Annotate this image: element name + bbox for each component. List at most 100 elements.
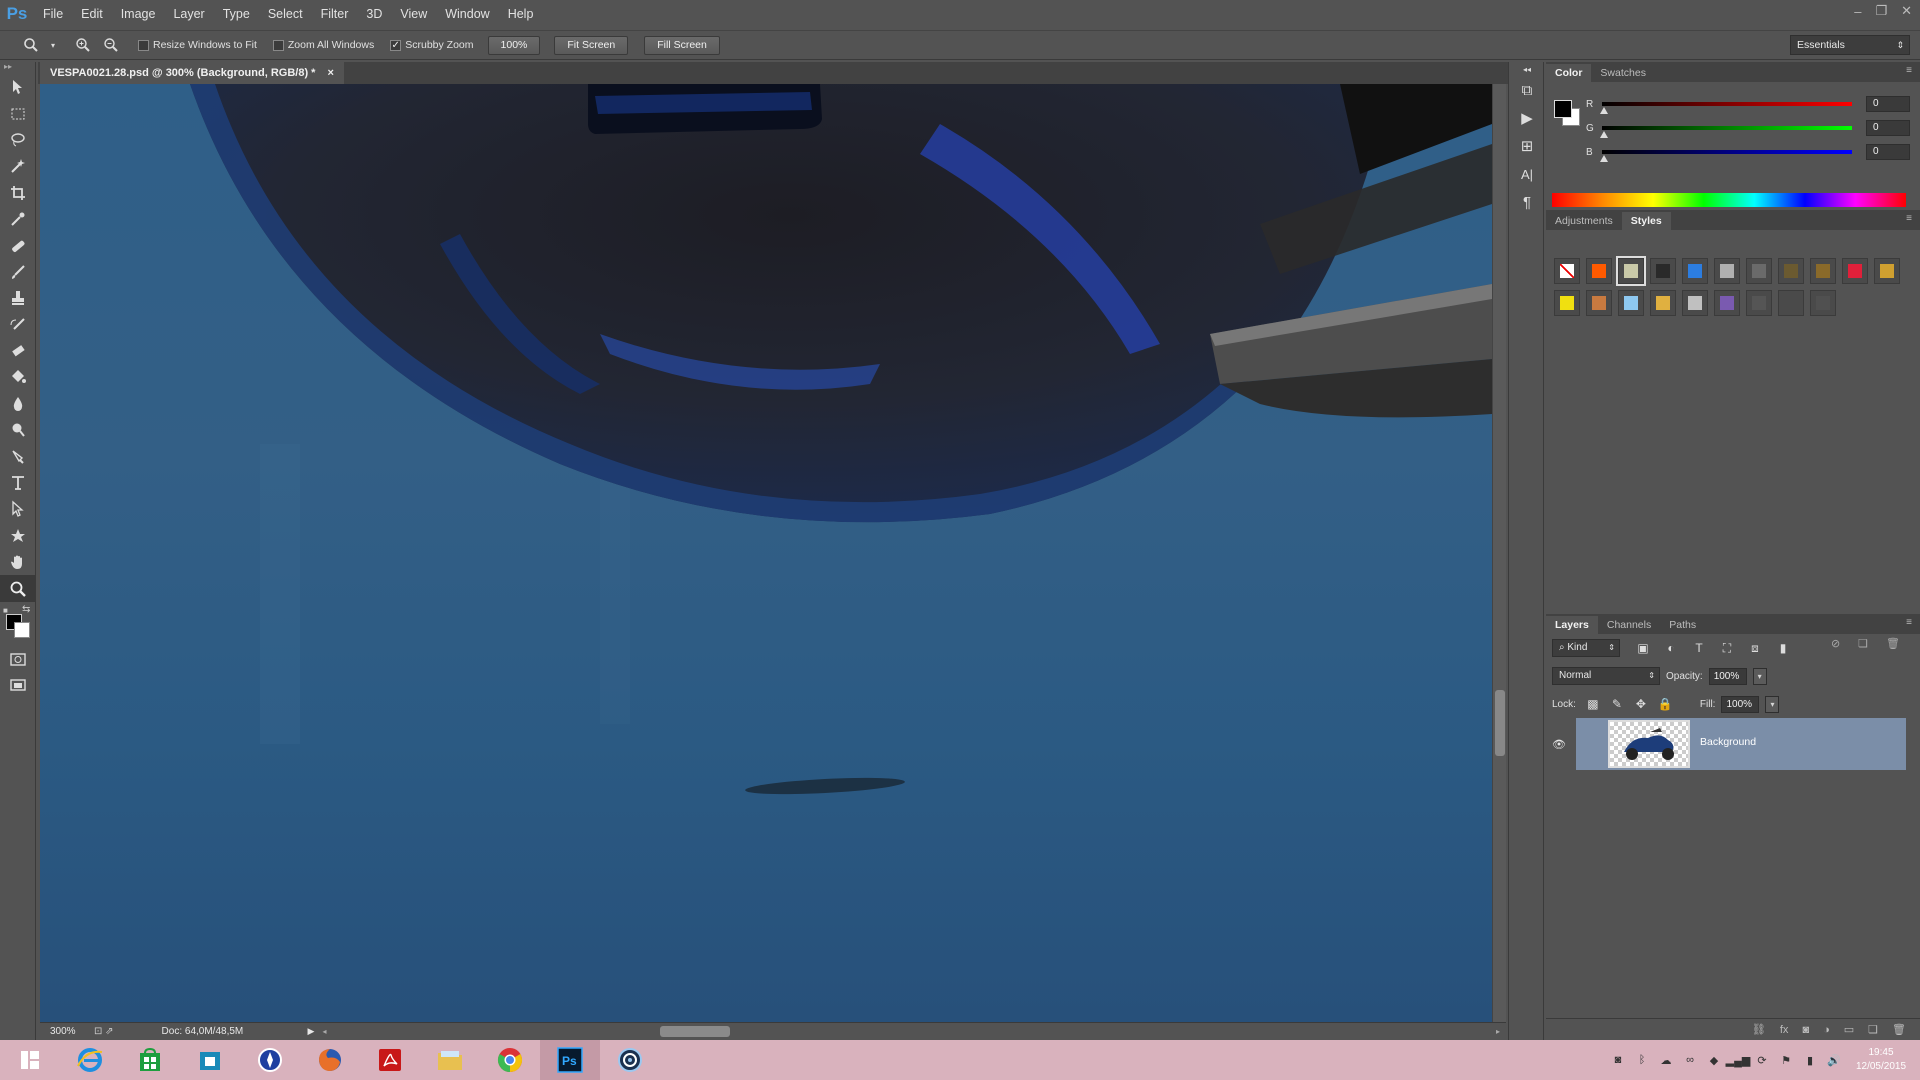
clone-stamp-tool-icon[interactable] bbox=[0, 285, 36, 311]
menu-file[interactable]: File bbox=[34, 0, 72, 28]
firefox-icon[interactable] bbox=[300, 1040, 360, 1080]
style-swatch[interactable] bbox=[1554, 290, 1580, 316]
lightroom-icon[interactable] bbox=[600, 1040, 660, 1080]
history-brush-tool-icon[interactable] bbox=[0, 312, 36, 338]
cloud-icon[interactable]: ☁ bbox=[1658, 1052, 1674, 1068]
layer-mask-icon[interactable]: ◙ bbox=[1802, 1024, 1809, 1036]
move-tool-icon[interactable] bbox=[0, 74, 36, 100]
chevron-down-icon[interactable]: ▾ bbox=[48, 34, 58, 56]
style-swatch[interactable] bbox=[1714, 258, 1740, 284]
dodge-tool-icon[interactable] bbox=[0, 417, 36, 443]
blue-value[interactable]: 0 bbox=[1866, 144, 1910, 160]
zoom-all-windows-checkbox[interactable]: Zoom All Windows bbox=[272, 39, 374, 51]
layer-style-icon[interactable]: fx bbox=[1780, 1024, 1789, 1036]
checkbox-box[interactable] bbox=[138, 39, 149, 51]
screen-mode-icon[interactable] bbox=[0, 672, 36, 698]
character-panel-icon[interactable]: A| bbox=[1509, 160, 1545, 188]
check-icon[interactable]: ✓ bbox=[390, 39, 402, 51]
panel-menu-icon[interactable]: ≡ bbox=[1906, 617, 1912, 628]
lock-position-icon[interactable]: ✥ bbox=[1634, 697, 1648, 711]
tab-styles[interactable]: Styles bbox=[1621, 212, 1671, 230]
menu-3d[interactable]: 3D bbox=[357, 0, 391, 28]
document-tab[interactable]: VESPA0021.28.psd @ 300% (Background, RGB… bbox=[40, 62, 344, 84]
panel-menu-icon[interactable]: ≡ bbox=[1906, 213, 1912, 224]
menu-image[interactable]: Image bbox=[112, 0, 165, 28]
style-swatch[interactable] bbox=[1682, 258, 1708, 284]
horizontal-scroll-thumb[interactable] bbox=[660, 1026, 730, 1037]
zoom-tool-preset-icon[interactable] bbox=[20, 34, 42, 56]
menu-view[interactable]: View bbox=[391, 0, 436, 28]
style-swatch[interactable] bbox=[1714, 290, 1740, 316]
security-icon[interactable]: ◆ bbox=[1706, 1052, 1722, 1068]
style-swatch[interactable] bbox=[1746, 258, 1772, 284]
delete-layer-icon[interactable]: 🗑 bbox=[1892, 1023, 1906, 1036]
paragraph-panel-icon[interactable]: ¶ bbox=[1509, 188, 1545, 216]
layer-row[interactable]: 👁 Background bbox=[1546, 718, 1920, 770]
path-selection-tool-icon[interactable] bbox=[0, 496, 36, 522]
style-swatch[interactable] bbox=[1554, 258, 1580, 284]
tab-adjustments[interactable]: Adjustments bbox=[1546, 212, 1622, 230]
green-knob[interactable] bbox=[1600, 131, 1608, 138]
volume-icon[interactable]: 🔊 bbox=[1826, 1052, 1842, 1068]
workspace-select[interactable]: Essentials bbox=[1790, 35, 1910, 55]
red-knob[interactable] bbox=[1600, 107, 1608, 114]
eyedropper-tool-icon[interactable] bbox=[0, 206, 36, 232]
style-swatch[interactable] bbox=[1616, 256, 1646, 286]
style-swatch[interactable] bbox=[1650, 258, 1676, 284]
scroll-right-arrow-icon[interactable]: ▸ bbox=[1496, 1027, 1500, 1036]
blend-mode-select[interactable]: Normal bbox=[1552, 667, 1660, 685]
tray-app-icon[interactable]: ◙ bbox=[1610, 1052, 1626, 1068]
adjustment-layer-icon[interactable]: ◑ bbox=[1823, 1024, 1830, 1036]
chevron-down-icon[interactable]: ▾ bbox=[1765, 695, 1780, 713]
actual-pixels-button[interactable]: 100% bbox=[487, 35, 541, 55]
acrobat-icon[interactable] bbox=[360, 1040, 420, 1080]
green-track[interactable] bbox=[1602, 126, 1852, 130]
scroll-left-arrow-icon[interactable]: ◂ bbox=[322, 1027, 326, 1036]
green-slider[interactable]: G 0 bbox=[1586, 120, 1916, 142]
green-value[interactable]: 0 bbox=[1866, 120, 1910, 136]
lasso-tool-icon[interactable] bbox=[0, 127, 36, 153]
opacity-field[interactable]: 100% bbox=[1708, 667, 1747, 685]
eraser-tool-icon[interactable] bbox=[0, 338, 36, 364]
type-tool-icon[interactable] bbox=[0, 470, 36, 496]
menu-layer[interactable]: Layer bbox=[164, 0, 213, 28]
bluetooth-icon[interactable]: ᛒ bbox=[1634, 1052, 1650, 1068]
foreground-background-colors[interactable]: ■ ⇆ bbox=[0, 604, 36, 646]
style-swatch[interactable] bbox=[1778, 290, 1804, 316]
new-layer-icon[interactable]: ❏ bbox=[1868, 1023, 1878, 1036]
image-filter-icon[interactable]: ▣ bbox=[1636, 641, 1650, 655]
vertical-scroll-thumb[interactable] bbox=[1495, 690, 1505, 756]
shape-filter-icon[interactable]: ⛶ bbox=[1720, 641, 1734, 655]
photoshop-icon[interactable]: Ps bbox=[540, 1040, 600, 1080]
style-swatch[interactable] bbox=[1586, 258, 1612, 284]
style-swatch[interactable] bbox=[1874, 258, 1900, 284]
pen-tool-icon[interactable] bbox=[0, 443, 36, 469]
healing-brush-tool-icon[interactable] bbox=[0, 232, 36, 258]
blue-track[interactable] bbox=[1602, 150, 1852, 154]
menu-filter[interactable]: Filter bbox=[312, 0, 358, 28]
tab-swatches[interactable]: Swatches bbox=[1591, 64, 1655, 82]
vertical-scrollbar[interactable] bbox=[1492, 84, 1506, 1022]
adjustment-filter-icon[interactable]: ◐ bbox=[1664, 641, 1678, 655]
blue-knob[interactable] bbox=[1600, 155, 1608, 162]
task-view-icon[interactable] bbox=[0, 1040, 60, 1080]
brush-tool-icon[interactable] bbox=[0, 259, 36, 285]
zoom-tool-icon[interactable] bbox=[0, 575, 36, 602]
type-filter-icon[interactable]: T bbox=[1692, 641, 1706, 655]
quick-mask-icon[interactable] bbox=[0, 646, 36, 672]
layer-filter-kind-select[interactable]: ⌕ Kind bbox=[1552, 639, 1620, 657]
style-swatch[interactable] bbox=[1682, 290, 1708, 316]
collapse-icon[interactable]: ◂◂ bbox=[1509, 62, 1545, 76]
style-swatch[interactable] bbox=[1810, 290, 1836, 316]
history-panel-icon[interactable]: ⧉ bbox=[1509, 76, 1545, 104]
tab-paths[interactable]: Paths bbox=[1660, 616, 1705, 634]
store-bag-icon[interactable] bbox=[180, 1040, 240, 1080]
panel-menu-icon[interactable]: ≡ bbox=[1906, 65, 1912, 76]
red-slider[interactable]: R 0 bbox=[1586, 96, 1916, 118]
magic-wand-tool-icon[interactable] bbox=[0, 153, 36, 179]
blur-tool-icon[interactable] bbox=[0, 391, 36, 417]
battery-icon[interactable]: ▮ bbox=[1802, 1052, 1818, 1068]
checkbox-box[interactable] bbox=[272, 39, 284, 51]
close-tab-icon[interactable]: × bbox=[327, 67, 333, 79]
file-explorer-icon[interactable] bbox=[420, 1040, 480, 1080]
